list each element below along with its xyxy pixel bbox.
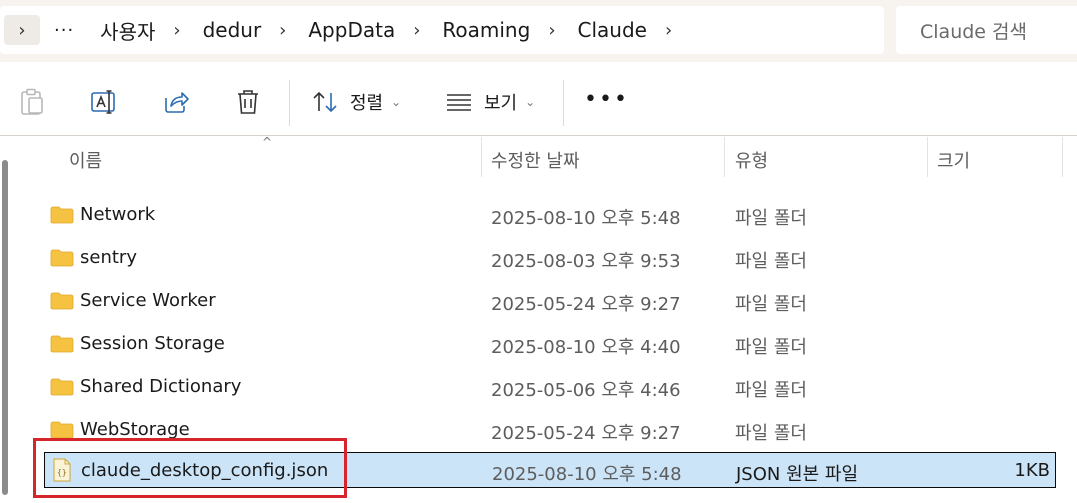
file-type: 파일 폴더 [735, 337, 807, 358]
file-name: Shared Dictionary [80, 376, 242, 397]
rename-icon[interactable] [90, 88, 118, 116]
breadcrumb: ··· 사용자 › dedur › AppData › Roaming › Cl… [54, 6, 694, 54]
column-divider[interactable] [481, 137, 482, 177]
folder-icon [50, 292, 74, 310]
delete-icon[interactable] [234, 88, 262, 116]
list-item-partial [0, 177, 1077, 185]
chevron-down-icon: ⌄ [391, 95, 402, 109]
list-item[interactable]: Session Storage 2025-08-10 오후 4:40 파일 폴더 [0, 324, 1077, 364]
file-type: 파일 폴더 [735, 294, 807, 315]
breadcrumb-more-button[interactable]: ··· [54, 20, 74, 41]
column-divider[interactable] [927, 137, 928, 177]
file-name: sentry [80, 247, 137, 268]
breadcrumb-dedur[interactable]: dedur [203, 18, 262, 42]
command-bar: 정렬 ⌄ 보기 ⌄ ••• [0, 68, 1077, 136]
sort-icon [313, 91, 337, 113]
folder-icon [50, 206, 74, 224]
search-input[interactable]: Claude 검색 [896, 6, 1077, 54]
file-type: 파일 폴더 [735, 380, 807, 401]
column-divider[interactable] [1062, 137, 1063, 177]
file-date: 2025-08-10 오후 5:48 [492, 464, 682, 485]
address-bar[interactable]: › ··· 사용자 › dedur › AppData › Roaming › … [0, 6, 884, 54]
folder-icon [50, 335, 74, 353]
view-icon [447, 94, 471, 111]
breadcrumb-appdata[interactable]: AppData [308, 18, 395, 42]
view-label: 보기 [484, 93, 518, 114]
breadcrumb-claude[interactable]: Claude [578, 18, 647, 42]
file-size: 1KB [1014, 460, 1050, 481]
list-item[interactable]: Network 2025-08-10 오후 5:48 파일 폴더 [0, 195, 1077, 235]
column-header: ^ 이름 수정한 날짜 유형 크기 [0, 135, 1077, 177]
file-name: Service Worker [80, 290, 216, 311]
chevron-right-icon: › [18, 19, 26, 41]
more-options-button[interactable]: ••• [584, 89, 629, 111]
chevron-right-icon[interactable]: › [173, 20, 180, 41]
folder-icon [50, 249, 74, 267]
expand-path-button[interactable]: › [4, 15, 40, 45]
column-name[interactable]: 이름 [69, 147, 102, 173]
breadcrumb-roaming[interactable]: Roaming [442, 18, 530, 42]
column-size[interactable]: 크기 [937, 147, 970, 173]
folder-icon [50, 421, 74, 439]
file-date: 2025-08-10 오후 5:48 [491, 208, 681, 229]
breadcrumb-users[interactable]: 사용자 [100, 16, 155, 45]
search-placeholder: Claude 검색 [920, 20, 1027, 43]
list-item[interactable]: Service Worker 2025-05-24 오후 9:27 파일 폴더 [0, 281, 1077, 321]
sort-label: 정렬 [350, 93, 384, 114]
annotation-highlight-box [33, 438, 347, 498]
share-icon[interactable] [162, 88, 190, 116]
file-name: Session Storage [80, 333, 225, 354]
file-type: 파일 폴더 [735, 208, 807, 229]
folder-icon [50, 378, 74, 396]
file-type: JSON 원본 파일 [736, 464, 859, 485]
chevron-right-icon[interactable]: › [413, 20, 420, 41]
sort-button[interactable]: 정렬 ⌄ [312, 86, 401, 118]
chevron-right-icon[interactable]: › [279, 20, 286, 41]
address-area: › ··· 사용자 › dedur › AppData › Roaming › … [0, 0, 1077, 62]
paste-icon[interactable] [18, 88, 46, 116]
file-date: 2025-08-10 오후 4:40 [491, 337, 681, 358]
file-date: 2025-05-24 오후 9:27 [491, 294, 681, 315]
column-divider[interactable] [724, 137, 725, 177]
view-button[interactable]: 보기 ⌄ [446, 86, 535, 118]
column-modified[interactable]: 수정한 날짜 [491, 147, 580, 173]
file-date: 2025-08-03 오후 9:53 [491, 251, 681, 272]
chevron-right-icon[interactable]: › [548, 20, 555, 41]
file-type: 파일 폴더 [735, 251, 807, 272]
toolbar-divider [563, 80, 564, 126]
chevron-right-icon[interactable]: › [665, 20, 672, 41]
file-name: WebStorage [80, 419, 190, 440]
file-name: Network [80, 204, 156, 225]
file-date: 2025-05-06 오후 4:46 [491, 380, 681, 401]
toolbar-divider [289, 80, 290, 126]
sort-ascending-icon: ^ [262, 135, 273, 149]
chevron-down-icon: ⌄ [525, 95, 536, 109]
column-type[interactable]: 유형 [735, 147, 768, 173]
file-date: 2025-05-24 오후 9:27 [491, 423, 681, 444]
list-item[interactable]: sentry 2025-08-03 오후 9:53 파일 폴더 [0, 238, 1077, 278]
list-item[interactable]: Shared Dictionary 2025-05-06 오후 4:46 파일 … [0, 367, 1077, 407]
file-type: 파일 폴더 [735, 423, 807, 444]
